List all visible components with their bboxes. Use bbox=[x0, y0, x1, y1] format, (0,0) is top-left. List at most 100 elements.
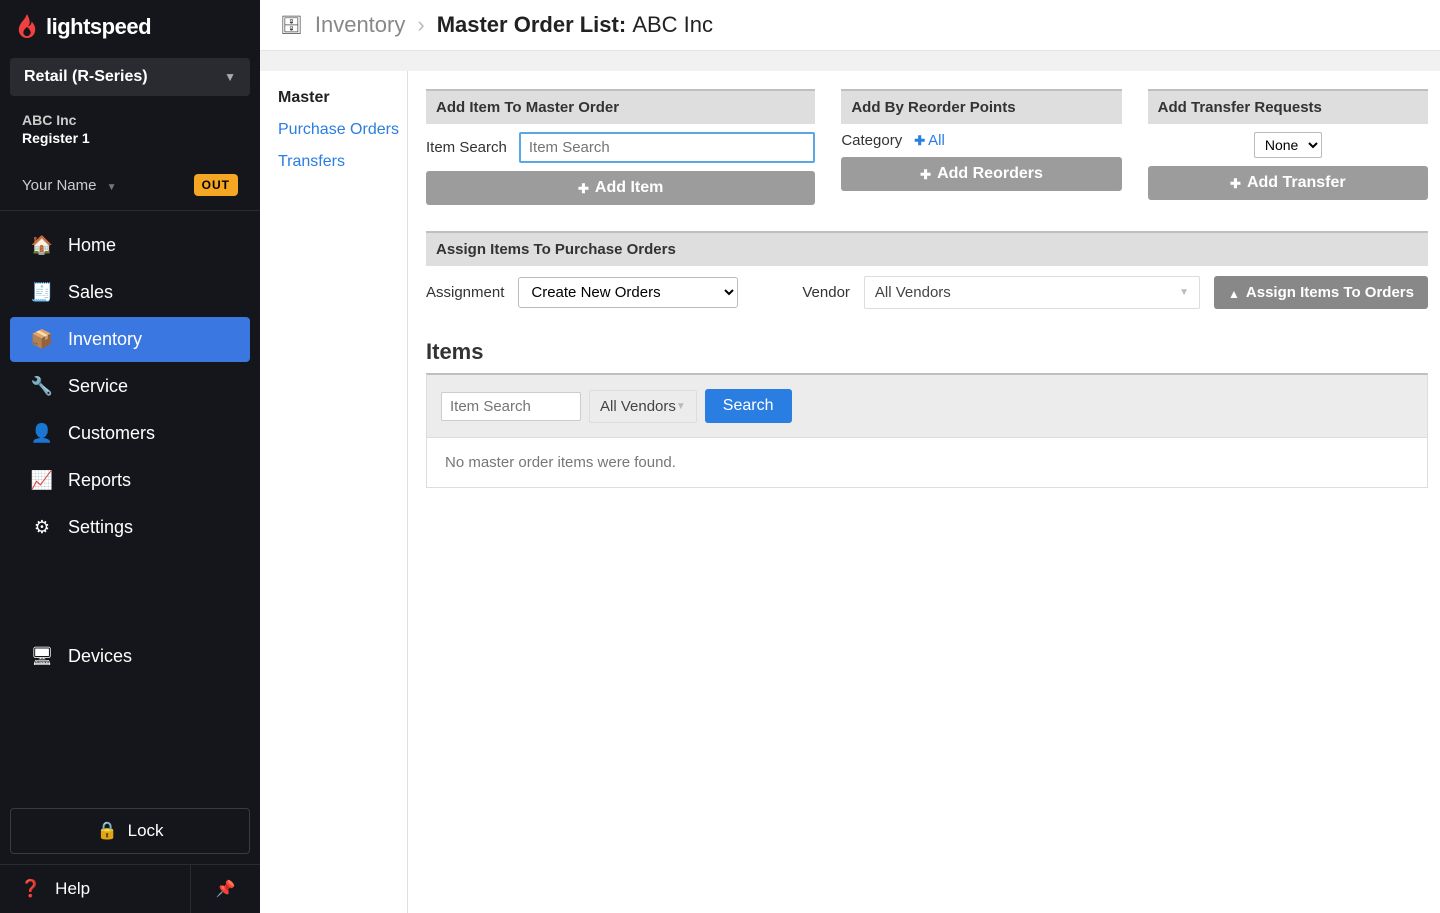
items-search-row: All Vendors ▼ Search bbox=[427, 375, 1427, 438]
panel-header: Assign Items To Purchase Orders bbox=[426, 231, 1428, 266]
add-reorders-button[interactable]: Add Reorders bbox=[841, 157, 1121, 191]
home-icon bbox=[32, 236, 52, 256]
subnav-transfers[interactable]: Transfers bbox=[278, 153, 407, 171]
pin-icon bbox=[216, 879, 236, 899]
subnav-master[interactable]: Master bbox=[278, 89, 407, 107]
product-selector[interactable]: Retail (R-Series) ▼ bbox=[10, 58, 250, 96]
plus-icon bbox=[920, 166, 931, 183]
service-icon bbox=[32, 377, 52, 397]
breadcrumb-separator: › bbox=[417, 12, 424, 38]
workarea: Master Purchase Orders Transfers Add Ite… bbox=[260, 51, 1440, 913]
panel-header: Add By Reorder Points bbox=[841, 89, 1121, 124]
vendor-dropdown[interactable]: All Vendors ▼ bbox=[864, 276, 1200, 309]
panel-add-item: Add Item To Master Order Item Search Add… bbox=[426, 89, 815, 205]
breadcrumb-root-icon bbox=[280, 15, 303, 36]
panel-header: Add Item To Master Order bbox=[426, 89, 815, 124]
warning-icon bbox=[1228, 285, 1240, 301]
flame-icon bbox=[16, 14, 38, 40]
nav-home[interactable]: Home bbox=[10, 223, 250, 268]
category-all-link[interactable]: All bbox=[914, 132, 945, 149]
plus-icon bbox=[1230, 175, 1241, 192]
company-block[interactable]: ABC Inc Register 1 bbox=[10, 104, 250, 154]
nav-service[interactable]: Service bbox=[10, 364, 250, 409]
settings-icon bbox=[32, 518, 52, 538]
breadcrumb-root[interactable]: Inventory bbox=[315, 12, 406, 38]
breadcrumb: Inventory › Master Order List: ABC Inc bbox=[280, 12, 1420, 38]
button-label: Assign Items To Orders bbox=[1246, 284, 1414, 301]
inventory-icon bbox=[32, 330, 52, 350]
add-item-button[interactable]: Add Item bbox=[426, 171, 815, 205]
nav-label: Inventory bbox=[68, 329, 142, 350]
search-button[interactable]: Search bbox=[705, 389, 792, 423]
nav-label: Settings bbox=[68, 517, 133, 538]
nav-sales[interactable]: Sales bbox=[10, 270, 250, 315]
product-selector-label: Retail (R-Series) bbox=[24, 68, 148, 86]
add-transfer-button[interactable]: Add Transfer bbox=[1148, 166, 1428, 200]
nav-label: Sales bbox=[68, 282, 113, 303]
nav-label: Reports bbox=[68, 470, 131, 491]
item-search-input[interactable] bbox=[519, 132, 815, 163]
vendor-label: Vendor bbox=[802, 284, 850, 301]
devices-icon bbox=[32, 647, 52, 667]
reports-icon bbox=[32, 471, 52, 491]
items-heading: Items bbox=[426, 339, 1428, 365]
nav-label: Customers bbox=[68, 423, 155, 444]
brand-logo: lightspeed bbox=[0, 0, 260, 54]
lock-icon bbox=[96, 821, 117, 841]
chevron-down-icon: ▼ bbox=[1179, 287, 1189, 298]
panel-header: Add Transfer Requests bbox=[1148, 89, 1428, 124]
nav-label: Devices bbox=[68, 646, 132, 667]
user-name: Your Name bbox=[22, 177, 97, 194]
brand-name: lightspeed bbox=[46, 14, 151, 40]
lock-button[interactable]: Lock bbox=[10, 808, 250, 854]
plus-icon bbox=[578, 180, 589, 197]
category-label: Category bbox=[841, 132, 902, 149]
chevron-down-icon: ▼ bbox=[676, 401, 686, 412]
nav-devices[interactable]: Devices bbox=[10, 634, 250, 679]
transfer-select[interactable]: None bbox=[1254, 132, 1322, 158]
topbar: Inventory › Master Order List: ABC Inc bbox=[260, 0, 1440, 51]
nav-customers[interactable]: Customers bbox=[10, 411, 250, 456]
nav-reports[interactable]: Reports bbox=[10, 458, 250, 503]
assign-items-button[interactable]: Assign Items To Orders bbox=[1214, 276, 1428, 309]
items-empty-message: No master order items were found. bbox=[427, 438, 1427, 487]
nav-label: Home bbox=[68, 235, 116, 256]
nav-inventory[interactable]: Inventory bbox=[10, 317, 250, 362]
panel-add-reorders: Add By Reorder Points Category All bbox=[841, 89, 1121, 205]
link-label: All bbox=[928, 132, 945, 149]
vendor-value: All Vendors bbox=[600, 398, 676, 415]
items-box: All Vendors ▼ Search No master order ite… bbox=[426, 373, 1428, 488]
pin-button[interactable] bbox=[190, 865, 260, 913]
register-name: Register 1 bbox=[22, 130, 238, 146]
button-label: Add Item bbox=[595, 179, 663, 197]
subnav-purchase-orders[interactable]: Purchase Orders bbox=[278, 121, 407, 139]
help-row: Help bbox=[0, 864, 260, 913]
subnav: Master Purchase Orders Transfers bbox=[260, 71, 408, 913]
button-label: Add Transfer bbox=[1247, 174, 1346, 192]
panels-area: Add Item To Master Order Item Search Add… bbox=[408, 71, 1440, 913]
company-name: ABC Inc bbox=[22, 112, 238, 128]
help-label: Help bbox=[55, 879, 90, 899]
lock-label: Lock bbox=[128, 821, 164, 841]
help-button[interactable]: Help bbox=[0, 865, 190, 913]
button-label: Add Reorders bbox=[937, 165, 1043, 183]
status-badge[interactable]: OUT bbox=[194, 174, 238, 196]
breadcrumb-context: ABC Inc bbox=[632, 12, 713, 37]
sidebar: lightspeed Retail (R-Series) ▼ ABC Inc R… bbox=[0, 0, 260, 913]
customers-icon bbox=[32, 424, 52, 444]
help-icon bbox=[20, 879, 41, 899]
nav-settings[interactable]: Settings bbox=[10, 505, 250, 550]
assignment-select[interactable]: Create New Orders bbox=[518, 277, 738, 308]
nav-label: Service bbox=[68, 376, 128, 397]
items-search-input[interactable] bbox=[441, 392, 581, 421]
main-nav: Home Sales Inventory Service Customers R… bbox=[0, 211, 260, 798]
caret-down-icon: ▼ bbox=[107, 182, 117, 193]
vendor-value: All Vendors bbox=[875, 284, 951, 301]
plus-icon bbox=[914, 132, 925, 149]
panel-add-transfer: Add Transfer Requests None Add Transfer bbox=[1148, 89, 1428, 205]
user-menu[interactable]: Your Name ▼ OUT bbox=[0, 164, 260, 211]
item-search-label: Item Search bbox=[426, 139, 507, 156]
breadcrumb-leaf: Master Order List: bbox=[437, 12, 627, 37]
items-vendor-dropdown[interactable]: All Vendors ▼ bbox=[589, 390, 697, 423]
sales-icon bbox=[32, 283, 52, 303]
